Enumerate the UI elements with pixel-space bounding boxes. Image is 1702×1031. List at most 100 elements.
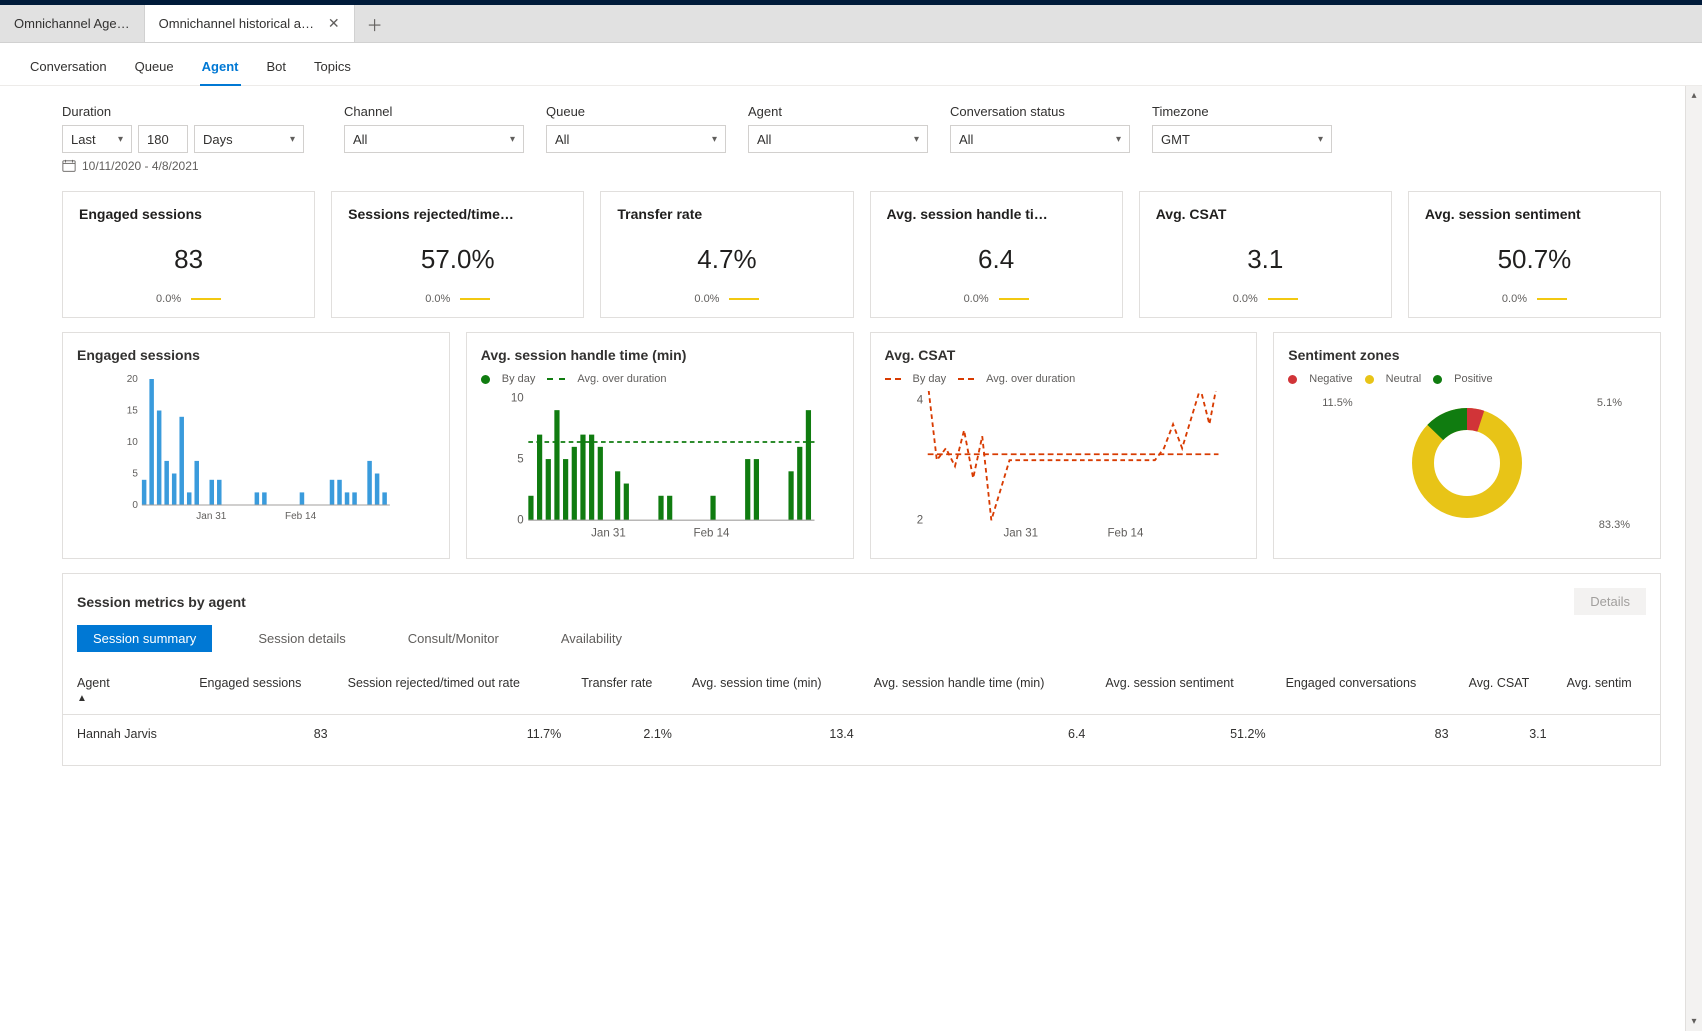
column-header[interactable]: Avg. session handle time (min) [864, 666, 1096, 715]
filter-label-queue: Queue [546, 104, 726, 119]
pill-session-details[interactable]: Session details [242, 625, 361, 652]
donut-chart [1382, 391, 1552, 531]
kpi-title: Avg. session sentiment [1425, 206, 1644, 222]
queue-select[interactable]: All ▾ [546, 125, 726, 153]
kpi-delta: 0.0% [156, 293, 181, 305]
chart-engaged-sessions: Engaged sessions 05101520Jan 31Feb 14 [62, 332, 450, 559]
legend-dot [481, 375, 490, 384]
kpi-delta: 0.0% [1233, 293, 1258, 305]
kpi-card: Sessions rejected/time… 57.0% 0.0% [331, 191, 584, 318]
report-subtabs: Conversation Queue Agent Bot Topics [0, 43, 1702, 86]
tab-omnichannel-agent[interactable]: Omnichannel Age… [0, 5, 145, 42]
kpi-delta: 0.0% [1502, 293, 1527, 305]
kpi-value: 6.4 [887, 244, 1106, 275]
agent-select[interactable]: All ▾ [748, 125, 928, 153]
svg-text:10: 10 [127, 437, 139, 448]
sparkline [1537, 298, 1567, 300]
status-select[interactable]: All ▾ [950, 125, 1130, 153]
tab-bot[interactable]: Bot [265, 53, 289, 85]
legend-dash [885, 378, 901, 380]
chevron-down-icon: ▾ [290, 134, 295, 145]
duration-mode-select[interactable]: Last ▾ [62, 125, 132, 153]
kpi-delta: 0.0% [425, 293, 450, 305]
vertical-scrollbar[interactable]: ▴ ▾ [1685, 86, 1702, 1031]
kpi-title: Avg. session handle ti… [887, 206, 1106, 222]
chevron-down-icon: ▾ [712, 134, 717, 145]
kpi-value: 50.7% [1425, 244, 1644, 275]
kpi-value: 57.0% [348, 244, 567, 275]
scroll-up-icon[interactable]: ▴ [1691, 90, 1696, 101]
svg-text:0: 0 [132, 500, 138, 511]
kpi-card: Avg. session handle ti… 6.4 0.0% [870, 191, 1123, 318]
close-icon[interactable]: ✕ [328, 15, 340, 32]
column-header[interactable]: Agent▲ [63, 666, 189, 715]
legend-dot [1288, 375, 1297, 384]
kpi-title: Transfer rate [617, 206, 836, 222]
sparkline [999, 298, 1029, 300]
filter-label-status: Conversation status [950, 104, 1130, 119]
date-range-text: 10/11/2020 - 4/8/2021 [82, 159, 199, 173]
details-button[interactable]: Details [1574, 588, 1646, 615]
new-tab-button[interactable]: ＋ [355, 5, 395, 42]
svg-text:4: 4 [916, 395, 923, 407]
legend-dash [547, 378, 565, 380]
tab-conversation[interactable]: Conversation [28, 53, 109, 85]
column-header[interactable]: Transfer rate [571, 666, 682, 715]
filter-label-timezone: Timezone [1152, 104, 1332, 119]
svg-text:20: 20 [127, 374, 139, 385]
kpi-card: Transfer rate 4.7% 0.0% [600, 191, 853, 318]
column-header[interactable]: Avg. sentim [1557, 666, 1660, 715]
chevron-down-icon: ▾ [1318, 134, 1323, 145]
sparkline [460, 298, 490, 300]
column-header[interactable]: Engaged conversations [1276, 666, 1459, 715]
chevron-down-icon: ▾ [914, 134, 919, 145]
duration-unit-select[interactable]: Days ▾ [194, 125, 304, 153]
pill-availability[interactable]: Availability [545, 625, 638, 652]
filter-label-agent: Agent [748, 104, 928, 119]
kpi-card: Avg. session sentiment 50.7% 0.0% [1408, 191, 1661, 318]
column-header[interactable]: Session rejected/timed out rate [338, 666, 572, 715]
tab-topics[interactable]: Topics [312, 53, 353, 85]
column-header[interactable]: Avg. session time (min) [682, 666, 864, 715]
channel-select[interactable]: All ▾ [344, 125, 524, 153]
legend-dot [1433, 375, 1442, 384]
svg-text:Feb 14: Feb 14 [285, 511, 317, 522]
timezone-select[interactable]: GMT ▾ [1152, 125, 1332, 153]
sparkline [1268, 298, 1298, 300]
svg-text:Feb 14: Feb 14 [1107, 527, 1143, 539]
kpi-cards: Engaged sessions 83 0.0%Sessions rejecte… [62, 191, 1661, 318]
duration-value-input[interactable]: 180 [138, 125, 188, 153]
svg-text:5: 5 [132, 469, 138, 480]
filter-label-channel: Channel [344, 104, 524, 119]
svg-text:Feb 14: Feb 14 [693, 527, 729, 539]
kpi-value: 3.1 [1156, 244, 1375, 275]
chart-csat: Avg. CSAT By day Avg. over duration 24Ja… [870, 332, 1258, 559]
svg-text:2: 2 [916, 515, 922, 527]
calendar-icon [62, 159, 76, 173]
chevron-down-icon: ▾ [510, 134, 515, 145]
chevron-down-icon: ▾ [1116, 134, 1121, 145]
column-header[interactable]: Avg. CSAT [1459, 666, 1557, 715]
table-row[interactable]: Hannah Jarvis8311.7%2.1%13.46.451.2%833.… [63, 715, 1660, 754]
session-metrics-card: Session metrics by agent Details Session… [62, 573, 1661, 766]
kpi-delta: 0.0% [694, 293, 719, 305]
chevron-down-icon: ▾ [118, 134, 123, 145]
metrics-table: Agent▲Engaged sessionsSession rejected/t… [63, 666, 1660, 753]
column-header[interactable]: Engaged sessions [189, 666, 337, 715]
svg-text:Jan 31: Jan 31 [591, 527, 626, 539]
tab-queue[interactable]: Queue [133, 53, 176, 85]
scroll-down-icon[interactable]: ▾ [1691, 1016, 1696, 1027]
kpi-value: 83 [79, 244, 298, 275]
svg-text:Jan 31: Jan 31 [196, 511, 226, 522]
tab-omnichannel-historical[interactable]: Omnichannel historical an… ✕ [145, 5, 355, 42]
filter-label-duration: Duration [62, 104, 322, 119]
kpi-value: 4.7% [617, 244, 836, 275]
tab-agent[interactable]: Agent [200, 53, 241, 86]
svg-text:10: 10 [511, 392, 524, 404]
column-header[interactable]: Avg. session sentiment [1095, 666, 1275, 715]
chart-sentiment-zones: Sentiment zones Negative Neutral Positiv… [1273, 332, 1661, 559]
kpi-title: Sessions rejected/time… [348, 206, 567, 222]
pill-session-summary[interactable]: Session summary [77, 625, 212, 652]
pill-consult-monitor[interactable]: Consult/Monitor [392, 625, 515, 652]
svg-text:15: 15 [127, 406, 139, 417]
